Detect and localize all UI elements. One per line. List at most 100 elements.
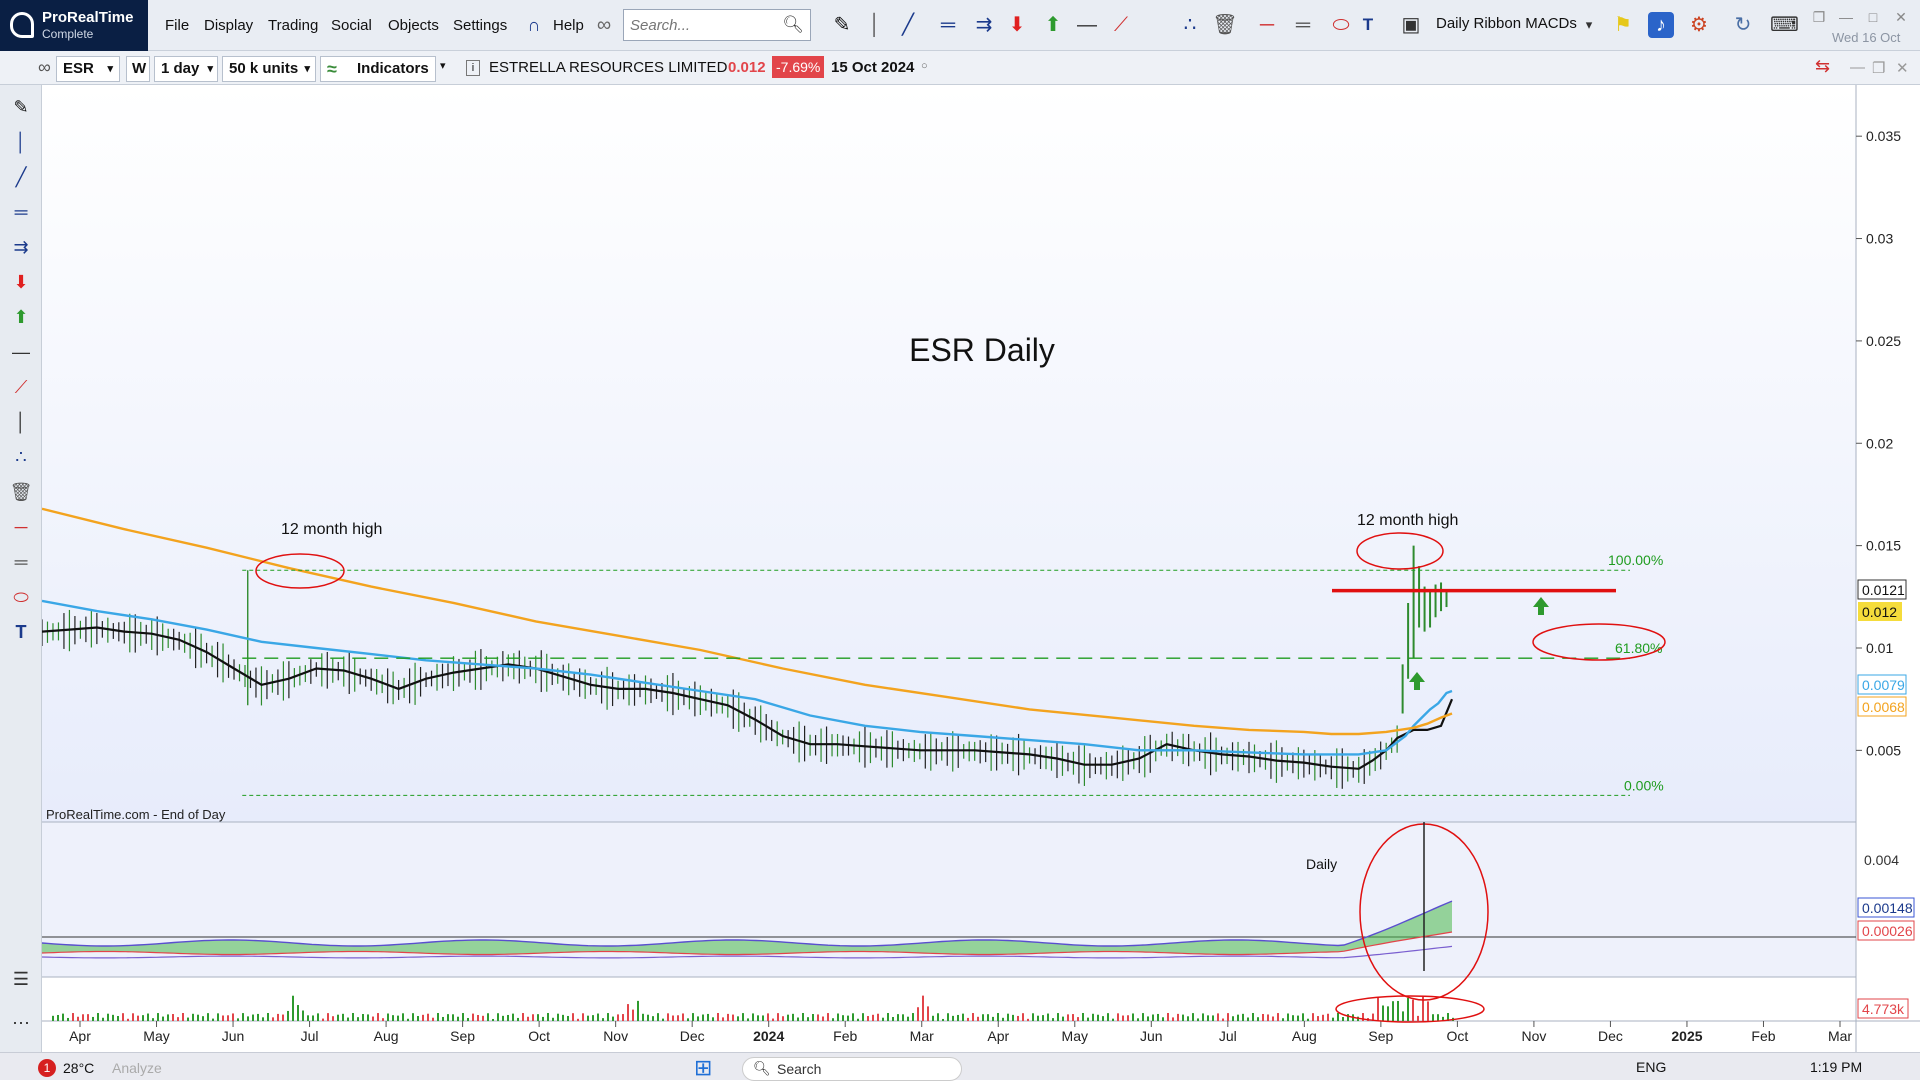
- ribbon-name[interactable]: Daily Ribbon MACDs: [1436, 15, 1577, 32]
- window-restore-icon[interactable]: ❐: [1872, 59, 1885, 77]
- text-icon[interactable]: T: [1355, 12, 1381, 38]
- x-tick-label: Dec: [680, 1028, 705, 1044]
- horizontal-line-icon[interactable]: —: [1074, 12, 1100, 38]
- volume-bar: [517, 1017, 519, 1021]
- chevron-down-icon[interactable]: ▾: [440, 59, 446, 72]
- keyboard-icon[interactable]: ⌨: [1770, 12, 1799, 38]
- buy-arrow-icon[interactable]: ⬆: [7, 303, 35, 331]
- ticker-value: ESR: [63, 60, 94, 77]
- volume-bar: [772, 1018, 774, 1021]
- segment-icon[interactable]: ⟋: [1108, 12, 1134, 38]
- text-icon[interactable]: T: [7, 618, 35, 646]
- volume-bar: [557, 1013, 559, 1021]
- minimize-icon[interactable]: —: [1833, 4, 1859, 30]
- horizontal-line-icon[interactable]: —: [7, 338, 35, 366]
- search-box[interactable]: 🔍︎: [623, 9, 811, 41]
- app-logo[interactable]: ProRealTime Complete: [0, 0, 148, 51]
- ellipse-icon[interactable]: ⬭: [7, 583, 35, 611]
- volume-bar: [272, 1017, 274, 1021]
- units-select[interactable]: 50 k units ▾: [222, 56, 316, 82]
- ticker-select[interactable]: ESR ▾: [56, 56, 120, 82]
- volume-bar: [1217, 1013, 1219, 1021]
- maximize-icon[interactable]: □: [1860, 4, 1886, 30]
- more-icon[interactable]: ⋯: [7, 1009, 35, 1037]
- segment-icon[interactable]: ⟋: [7, 373, 35, 401]
- clock[interactable]: 1:19 PM: [1810, 1059, 1862, 1075]
- window-close-icon[interactable]: ✕: [1896, 59, 1909, 77]
- close-icon[interactable]: ✕: [1888, 4, 1914, 30]
- volume-bar: [692, 1013, 694, 1021]
- volume-bar: [917, 1007, 919, 1021]
- ruler-icon[interactable]: ═: [7, 548, 35, 576]
- volume-bar: [942, 1018, 944, 1021]
- arrow-fib-icon[interactable]: ⇉: [971, 12, 997, 38]
- headset-icon[interactable]: ∩: [521, 12, 547, 38]
- vertical-line-icon[interactable]: │: [7, 408, 35, 436]
- buy-arrow-icon[interactable]: ⬆: [1040, 12, 1066, 38]
- volume-bar: [427, 1013, 429, 1021]
- vline-icon[interactable]: │: [862, 12, 888, 38]
- volume-bar: [737, 1016, 739, 1021]
- volume-bar: [817, 1014, 819, 1021]
- indicators-button[interactable]: ≈ Indicators: [320, 56, 436, 82]
- volume-bar: [952, 1015, 954, 1021]
- volume-bar: [192, 1013, 194, 1021]
- arrow-line-icon[interactable]: ⇉: [7, 233, 35, 261]
- red-line-icon[interactable]: ─: [7, 513, 35, 541]
- restore-icon[interactable]: ❐: [1806, 4, 1832, 30]
- window-minimize-icon[interactable]: —: [1850, 59, 1865, 76]
- menu-display[interactable]: Display: [204, 17, 253, 34]
- menu-file[interactable]: File: [165, 17, 189, 34]
- fib-icon[interactable]: ∴: [7, 443, 35, 471]
- ruler-icon[interactable]: ═: [1290, 12, 1316, 38]
- ellipse-icon[interactable]: ⬭: [1328, 12, 1354, 38]
- analyze-tab[interactable]: Analyze: [112, 1060, 162, 1076]
- windows-start-icon[interactable]: ⊞: [694, 1055, 712, 1081]
- trend-icon[interactable]: ╱: [7, 163, 35, 191]
- chevron-down-icon[interactable]: ▾: [1576, 12, 1602, 38]
- fib-fan-icon[interactable]: ∴: [1177, 12, 1203, 38]
- price-chart[interactable]: 100.00%61.80%0.00% 0.0350.030.0250.020.0…: [41, 85, 1920, 1052]
- info-icon[interactable]: i: [466, 60, 480, 76]
- sync-icon[interactable]: ⇆: [1815, 56, 1830, 77]
- volume-bar: [347, 1017, 349, 1021]
- pencil-icon[interactable]: ✎: [7, 93, 35, 121]
- timeframe-select[interactable]: 1 day ▾: [154, 56, 218, 82]
- chart-area[interactable]: 100.00% 61.80% 0.00% 0.035 0.03 0.025 0.02 0.0…: [41, 85, 1920, 1052]
- trend-fib-icon[interactable]: ╱: [895, 12, 921, 38]
- x-tick-label: Apr: [69, 1028, 91, 1044]
- menu-help[interactable]: Help: [553, 17, 584, 34]
- close-price-label: 0.0121: [1862, 582, 1905, 598]
- search-icon[interactable]: 🔍︎: [782, 15, 804, 35]
- hline-fib-icon[interactable]: ═: [935, 12, 961, 38]
- trash-icon[interactable]: 🗑︎: [7, 478, 35, 506]
- sell-arrow-icon[interactable]: ⬇: [7, 268, 35, 296]
- speaker-icon[interactable]: ♪: [1648, 12, 1674, 38]
- notification-badge[interactable]: 1: [38, 1059, 56, 1077]
- sell-arrow-icon[interactable]: ⬇: [1004, 12, 1030, 38]
- refresh-icon[interactable]: ↻: [1730, 12, 1756, 38]
- x-tick-label: May: [1062, 1028, 1088, 1044]
- language-indicator[interactable]: ENG: [1636, 1059, 1666, 1075]
- red-line-icon[interactable]: ─: [1254, 12, 1280, 38]
- weekly-toggle[interactable]: W: [126, 56, 150, 82]
- alert-icon[interactable]: ⚙: [1686, 12, 1712, 38]
- weather-temp[interactable]: 28°C: [63, 1060, 94, 1076]
- object-list-icon[interactable]: ☰: [7, 965, 35, 993]
- hline-icon[interactable]: ═: [7, 198, 35, 226]
- menu-settings[interactable]: Settings: [453, 17, 507, 34]
- save-icon[interactable]: ▣: [1398, 12, 1424, 38]
- menu-trading[interactable]: Trading: [268, 17, 318, 34]
- pencil-icon[interactable]: ✎: [829, 12, 855, 38]
- menu-objects[interactable]: Objects: [388, 17, 439, 34]
- taskbar-search[interactable]: 🔍︎ Search: [742, 1057, 962, 1081]
- link-icon[interactable]: ∞: [591, 12, 617, 38]
- flag-icon[interactable]: ⚑: [1610, 12, 1636, 38]
- search-input[interactable]: [624, 10, 784, 40]
- volume-bar: [912, 1013, 914, 1021]
- volume-bar: [292, 995, 294, 1021]
- menu-social[interactable]: Social: [331, 17, 372, 34]
- trash-icon[interactable]: 🗑︎: [1212, 12, 1238, 38]
- vline-icon[interactable]: │: [7, 128, 35, 156]
- link-icon[interactable]: ∞: [38, 57, 51, 78]
